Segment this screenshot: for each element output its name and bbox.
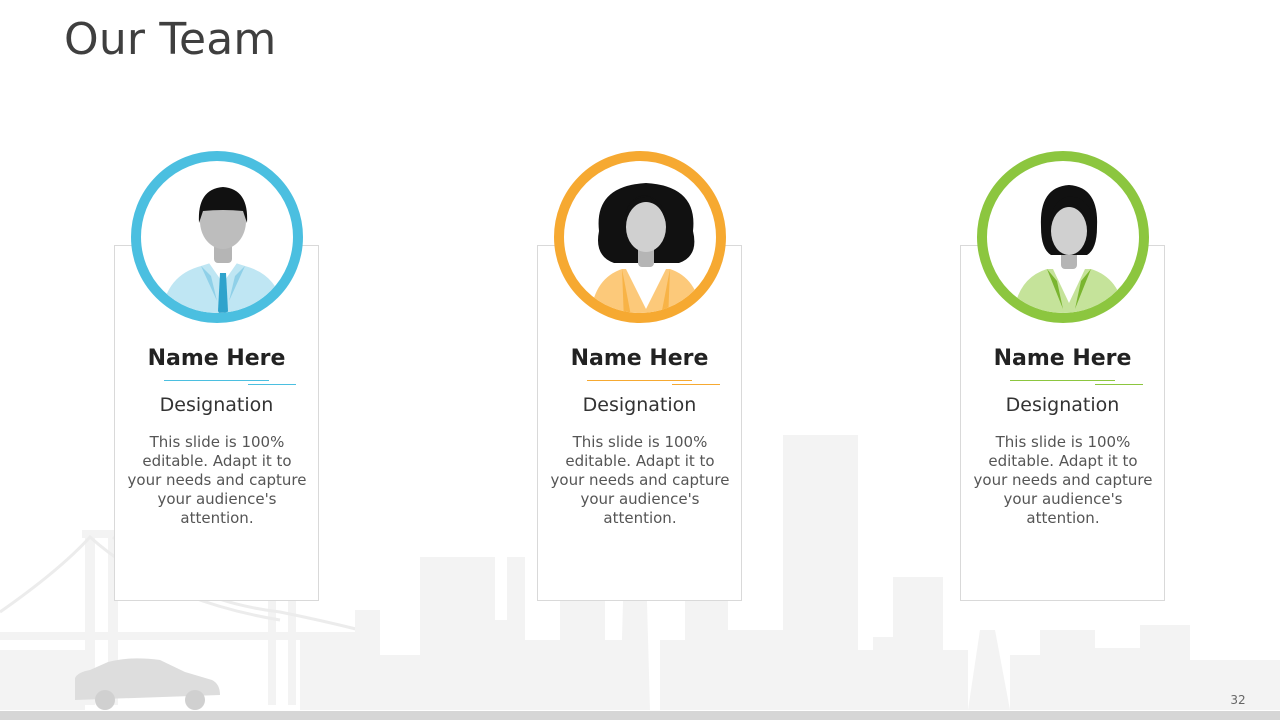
- avatar: [977, 151, 1149, 323]
- name-underline: [1010, 380, 1115, 381]
- name-underline-accent: [1095, 384, 1143, 385]
- avatar: [131, 151, 303, 323]
- member-name: Name Here: [147, 346, 286, 371]
- member-designation: Designation: [582, 394, 697, 416]
- businessman-icon: [161, 187, 285, 313]
- page-number: 32: [1230, 693, 1246, 707]
- slide: Our Team Name Here Designation This slid…: [0, 0, 1280, 720]
- car-icon: [75, 658, 220, 710]
- page-title: Our Team: [64, 14, 277, 65]
- businesswoman-icon: [590, 183, 702, 313]
- name-underline-accent: [248, 384, 296, 385]
- name-underline-accent: [672, 384, 720, 385]
- member-designation: Designation: [159, 394, 274, 416]
- name-underline: [587, 380, 692, 381]
- member-description: This slide is 100% editable. Adapt it to…: [973, 433, 1153, 527]
- businesswoman-icon: [1013, 185, 1125, 313]
- name-underline: [164, 380, 269, 381]
- member-name: Name Here: [993, 346, 1132, 371]
- avatar: [554, 151, 726, 323]
- member-name: Name Here: [570, 346, 709, 371]
- member-description: This slide is 100% editable. Adapt it to…: [550, 433, 730, 527]
- member-designation: Designation: [1005, 394, 1120, 416]
- bottom-bar: [0, 711, 1280, 720]
- member-description: This slide is 100% editable. Adapt it to…: [127, 433, 307, 527]
